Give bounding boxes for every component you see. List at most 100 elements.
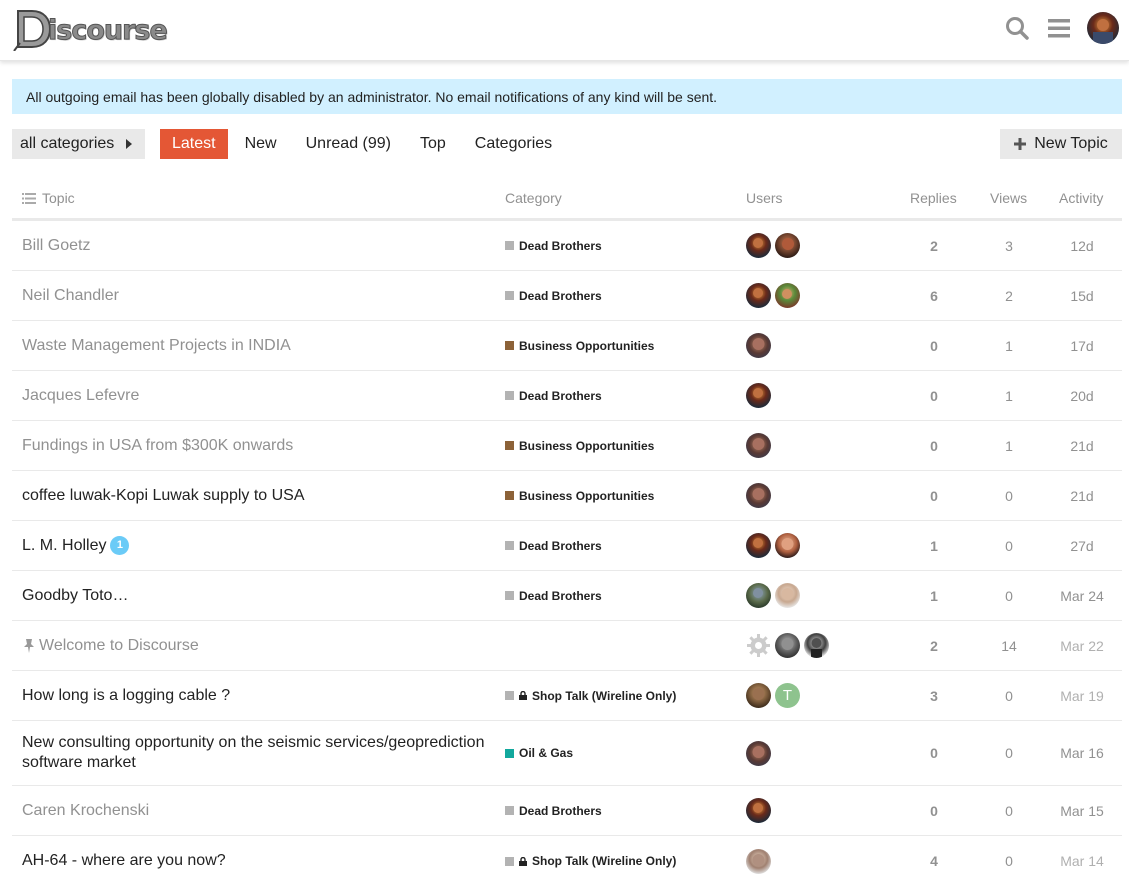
replies-count[interactable]: 2 — [905, 621, 963, 670]
avatar[interactable] — [746, 433, 771, 458]
views-count: 0 — [1005, 853, 1013, 869]
column-activity[interactable]: Activity — [1059, 190, 1103, 206]
replies-count[interactable]: 1 — [905, 571, 963, 620]
activity-time[interactable]: Mar 19 — [1052, 671, 1112, 720]
tab-unread[interactable]: Unread (99) — [294, 129, 403, 159]
avatar[interactable] — [746, 798, 771, 823]
category-badge[interactable]: Dead Brothers — [505, 786, 602, 835]
activity-time[interactable]: 17d — [1052, 321, 1112, 370]
tab-latest[interactable]: Latest — [160, 129, 228, 159]
new-posts-badge[interactable]: 1 — [110, 536, 130, 555]
topic-title-link[interactable]: Jacques Lefevre — [22, 371, 492, 420]
avatar[interactable] — [746, 233, 771, 258]
activity-time[interactable]: 20d — [1052, 371, 1112, 420]
replies-count[interactable]: 2 — [905, 221, 963, 270]
topic-title-link[interactable]: coffee luwak-Kopi Luwak supply to USA — [22, 471, 492, 520]
replies-count[interactable]: 0 — [905, 721, 963, 785]
replies-count[interactable]: 0 — [905, 421, 963, 470]
category-badge[interactable]: Business Opportunities — [505, 421, 654, 470]
new-topic-button[interactable]: New Topic — [1000, 129, 1122, 159]
topic-title-link[interactable]: L. M. Holley — [22, 536, 106, 556]
avatar[interactable] — [804, 633, 829, 658]
topic-title-link[interactable]: Waste Management Projects in INDIA — [22, 321, 492, 370]
avatar[interactable]: T — [775, 683, 800, 708]
replies-count[interactable]: 0 — [905, 371, 963, 420]
activity-time[interactable]: Mar 22 — [1052, 621, 1112, 670]
topic-title-link[interactable]: Welcome to Discourse — [39, 636, 199, 656]
list-controls: all categories Latest New Unread (99) To… — [12, 129, 1122, 159]
activity-time[interactable]: Mar 15 — [1052, 786, 1112, 835]
activity-time[interactable]: Mar 24 — [1052, 571, 1112, 620]
topic-title-link[interactable]: Bill Goetz — [22, 221, 492, 270]
column-users: Users — [746, 190, 783, 206]
avatar[interactable] — [775, 633, 800, 658]
replies-count[interactable]: 6 — [905, 271, 963, 320]
topic-title-link[interactable]: Neil Chandler — [22, 271, 492, 320]
category-badge[interactable]: Business Opportunities — [505, 471, 654, 520]
list-icon — [22, 192, 36, 204]
avatar[interactable] — [746, 533, 771, 558]
avatar[interactable] — [775, 233, 800, 258]
lock-icon — [519, 691, 527, 700]
avatar[interactable] — [746, 383, 771, 408]
avatar[interactable] — [746, 333, 771, 358]
table-row: coffee luwak-Kopi Luwak supply to USA Bu… — [12, 471, 1122, 521]
category-badge[interactable]: Shop Talk (Wireline Only) — [505, 671, 676, 720]
column-category[interactable]: Category — [505, 190, 562, 206]
category-badge[interactable]: Shop Talk (Wireline Only) — [505, 836, 676, 885]
replies-count[interactable]: 0 — [905, 786, 963, 835]
category-badge[interactable]: Dead Brothers — [505, 371, 602, 420]
replies-count[interactable]: 3 — [905, 671, 963, 720]
site-logo[interactable]: iscourse — [10, 6, 168, 52]
category-badge[interactable]: Oil & Gas — [505, 721, 573, 785]
category-dropdown[interactable]: all categories — [12, 129, 145, 159]
replies-count[interactable]: 1 — [905, 521, 963, 570]
hamburger-menu-button[interactable] — [1045, 11, 1073, 45]
table-row: L. M. Holley 1 Dead Brothers 1 0 27d — [12, 521, 1122, 571]
topic-title-link[interactable]: How long is a logging cable ? — [22, 671, 492, 720]
column-views[interactable]: Views — [990, 190, 1027, 206]
table-row: Fundings in USA from $300K onwards Busin… — [12, 421, 1122, 471]
search-button[interactable] — [1003, 11, 1031, 45]
avatar[interactable] — [775, 583, 800, 608]
activity-time[interactable]: 12d — [1052, 221, 1112, 270]
avatar[interactable] — [746, 740, 771, 766]
replies-count[interactable]: 0 — [905, 321, 963, 370]
avatar[interactable] — [775, 283, 800, 308]
avatar[interactable] — [775, 533, 800, 558]
topic-title-link[interactable]: Goodby Toto… — [22, 571, 492, 620]
tab-top[interactable]: Top — [408, 129, 458, 159]
activity-time[interactable]: Mar 16 — [1052, 721, 1112, 785]
activity-time[interactable]: Mar 14 — [1052, 836, 1112, 885]
category-badge[interactable]: Dead Brothers — [505, 521, 602, 570]
pin-icon[interactable] — [22, 638, 36, 654]
table-row: Neil Chandler Dead Brothers 6 2 15d — [12, 271, 1122, 321]
avatar[interactable] — [746, 683, 771, 708]
column-replies[interactable]: Replies — [910, 190, 957, 206]
column-topic[interactable]: Topic — [22, 190, 75, 206]
avatar[interactable] — [746, 583, 771, 608]
topic-title-link[interactable]: Fundings in USA from $300K onwards — [22, 421, 492, 470]
activity-time[interactable]: 21d — [1052, 471, 1112, 520]
topic-title-link[interactable]: Caren Krochenski — [22, 786, 492, 835]
topic-title-link[interactable]: New consulting opportunity on the seismi… — [22, 721, 492, 785]
activity-time[interactable]: 21d — [1052, 421, 1112, 470]
category-badge[interactable]: Dead Brothers — [505, 221, 602, 270]
tab-categories[interactable]: Categories — [463, 129, 564, 159]
category-badge[interactable]: Business Opportunities — [505, 321, 654, 370]
avatar[interactable] — [746, 483, 771, 508]
current-user-avatar[interactable] — [1087, 12, 1119, 44]
tab-new[interactable]: New — [233, 129, 289, 159]
topic-title-link[interactable]: AH-64 - where are you now? — [22, 836, 492, 885]
avatar[interactable] — [746, 848, 771, 874]
category-badge[interactable]: Dead Brothers — [505, 571, 602, 620]
activity-time[interactable]: 15d — [1052, 271, 1112, 320]
table-row: Caren Krochenski Dead Brothers 0 0 Mar 1… — [12, 786, 1122, 836]
replies-count[interactable]: 0 — [905, 471, 963, 520]
replies-count[interactable]: 4 — [905, 836, 963, 885]
avatar[interactable] — [746, 633, 771, 658]
avatar[interactable] — [746, 283, 771, 308]
activity-time[interactable]: 27d — [1052, 521, 1112, 570]
category-badge[interactable]: Dead Brothers — [505, 271, 602, 320]
views-count: 1 — [1005, 437, 1013, 454]
